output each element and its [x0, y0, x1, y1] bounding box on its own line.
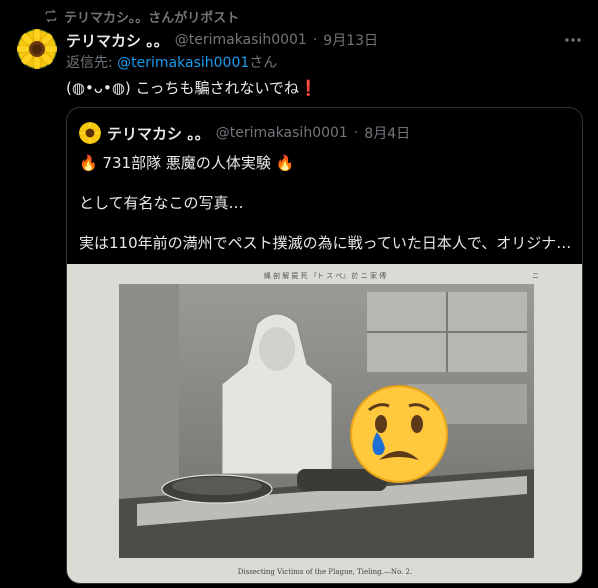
historical-photo-image: 縄 剖 解 屍 死 『ト ス ぺ』 於 ニ 家 傅 ニ Dissecting V…: [67, 264, 582, 583]
reply-context: 返信先: @terimakasih0001さん: [66, 52, 277, 72]
tweet-text: (◍•ᴗ•◍) こっちも騙されないでね❗: [66, 79, 318, 97]
repost-icon: [45, 9, 57, 23]
photo-header-text: 縄 剖 解 屍 死 『ト ス ぺ』 於 ニ 家 傅: [264, 271, 386, 280]
reply-prefix: 返信先:: [66, 55, 118, 71]
quoted-separator-dot: ·: [353, 125, 359, 141]
crying-face-emoji: [350, 385, 448, 483]
tweet-date[interactable]: 9月13日: [323, 30, 378, 50]
repost-indicator[interactable]: テリマカシ。。さんがリポスト: [44, 6, 239, 26]
quoted-header: テリマカシ 。。 @terimakasih0001 · 8月4日: [79, 121, 410, 145]
quoted-user-handle: @terimakasih0001: [215, 125, 348, 141]
separator-dot: ·: [312, 32, 318, 48]
photo-page-number: ニ: [532, 272, 539, 280]
avatar[interactable]: [17, 29, 57, 69]
more-options-button[interactable]: [562, 31, 584, 49]
reply-suffix: さん: [249, 55, 278, 71]
repost-label: テリマカシ。。さんがリポスト: [64, 10, 240, 26]
reply-mention-link[interactable]: @terimakasih0001: [117, 55, 249, 71]
quoted-text-line-2: として有名なこの写真…: [79, 194, 244, 212]
user-handle[interactable]: @terimakasih0001: [175, 32, 307, 48]
quoted-display-name: テリマカシ 。。: [107, 124, 210, 143]
quoted-photo[interactable]: 縄 剖 解 屍 死 『ト ス ぺ』 於 ニ 家 傅 ニ Dissecting V…: [67, 264, 582, 583]
quoted-avatar: [79, 122, 101, 144]
quoted-tweet[interactable]: テリマカシ 。。 @terimakasih0001 · 8月4日 🔥 731部隊…: [66, 107, 583, 584]
photo-caption: Dissecting Victims of the Plague, Tielin…: [238, 568, 412, 576]
sunflower-avatar-image: [17, 29, 57, 69]
sunflower-avatar-image: [79, 122, 101, 144]
display-name[interactable]: テリマカシ 。。: [66, 30, 169, 51]
tweet-header: テリマカシ 。。 @terimakasih0001 · 9月13日: [66, 29, 578, 51]
quoted-text-line-1: 🔥 731部隊 悪魔の人体実験 🔥: [79, 154, 295, 172]
more-icon: [565, 38, 581, 42]
quoted-text-line-3: 実は110年前の満州でペスト撲滅の為に戦っていた日本人で、オリジナ…: [79, 234, 572, 252]
quoted-date: 8月4日: [364, 126, 411, 142]
